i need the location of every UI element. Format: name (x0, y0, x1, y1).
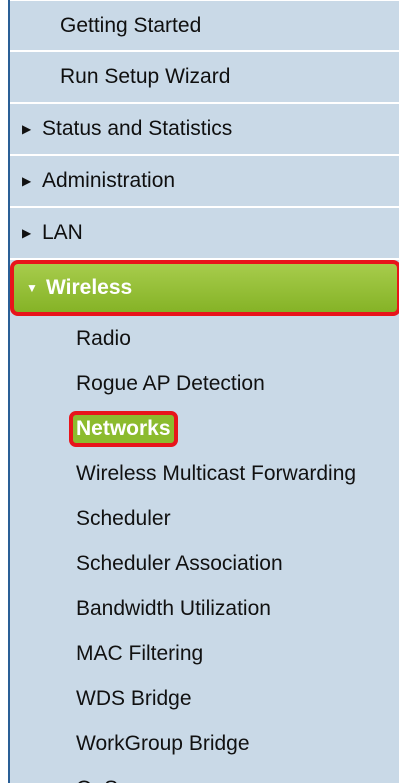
nav-run-setup-wizard-label: Run Setup Wizard (60, 65, 231, 88)
nav-wireless[interactable]: ▼ Wireless (10, 260, 399, 316)
nav-sub-scheduler[interactable]: Scheduler (10, 496, 399, 541)
nav-sub-radio[interactable]: Radio (10, 316, 399, 361)
sidebar-nav: Getting Started Run Setup Wizard ▶ Statu… (10, 0, 399, 783)
expand-arrow-icon: ▶ (22, 226, 32, 240)
expand-arrow-icon: ▶ (22, 122, 32, 136)
nav-sub-networks[interactable]: Networks (69, 410, 178, 447)
nav-sub-qos[interactable]: QoS (10, 766, 399, 783)
nav-lan-label: LAN (42, 221, 83, 244)
nav-sub-wireless-multicast-forwarding[interactable]: Wireless Multicast Forwarding (10, 451, 399, 496)
nav-sub-mac-filtering[interactable]: MAC Filtering (10, 631, 399, 676)
nav-sub-workgroup-bridge[interactable]: WorkGroup Bridge (10, 721, 399, 766)
nav-administration[interactable]: ▶ Administration (10, 156, 399, 208)
nav-sub-networks-row: Networks (10, 406, 399, 451)
collapse-arrow-icon: ▼ (26, 281, 38, 295)
nav-sub-bandwidth-utilization[interactable]: Bandwidth Utilization (10, 586, 399, 631)
nav-wireless-label: Wireless (46, 276, 133, 299)
nav-run-setup-wizard[interactable]: Run Setup Wizard (10, 52, 399, 104)
nav-sub-rogue-ap-detection[interactable]: Rogue AP Detection (10, 361, 399, 406)
nav-getting-started[interactable]: Getting Started (10, 0, 399, 52)
nav-administration-label: Administration (42, 169, 176, 192)
nav-getting-started-label: Getting Started (60, 13, 202, 37)
nav-status-and-statistics[interactable]: ▶ Status and Statistics (10, 104, 399, 156)
nav-lan[interactable]: ▶ LAN (10, 208, 399, 260)
nav-sub-scheduler-association[interactable]: Scheduler Association (10, 541, 399, 586)
nav-sub-wds-bridge[interactable]: WDS Bridge (10, 676, 399, 721)
expand-arrow-icon: ▶ (22, 174, 32, 188)
nav-status-and-statistics-label: Status and Statistics (42, 117, 233, 140)
